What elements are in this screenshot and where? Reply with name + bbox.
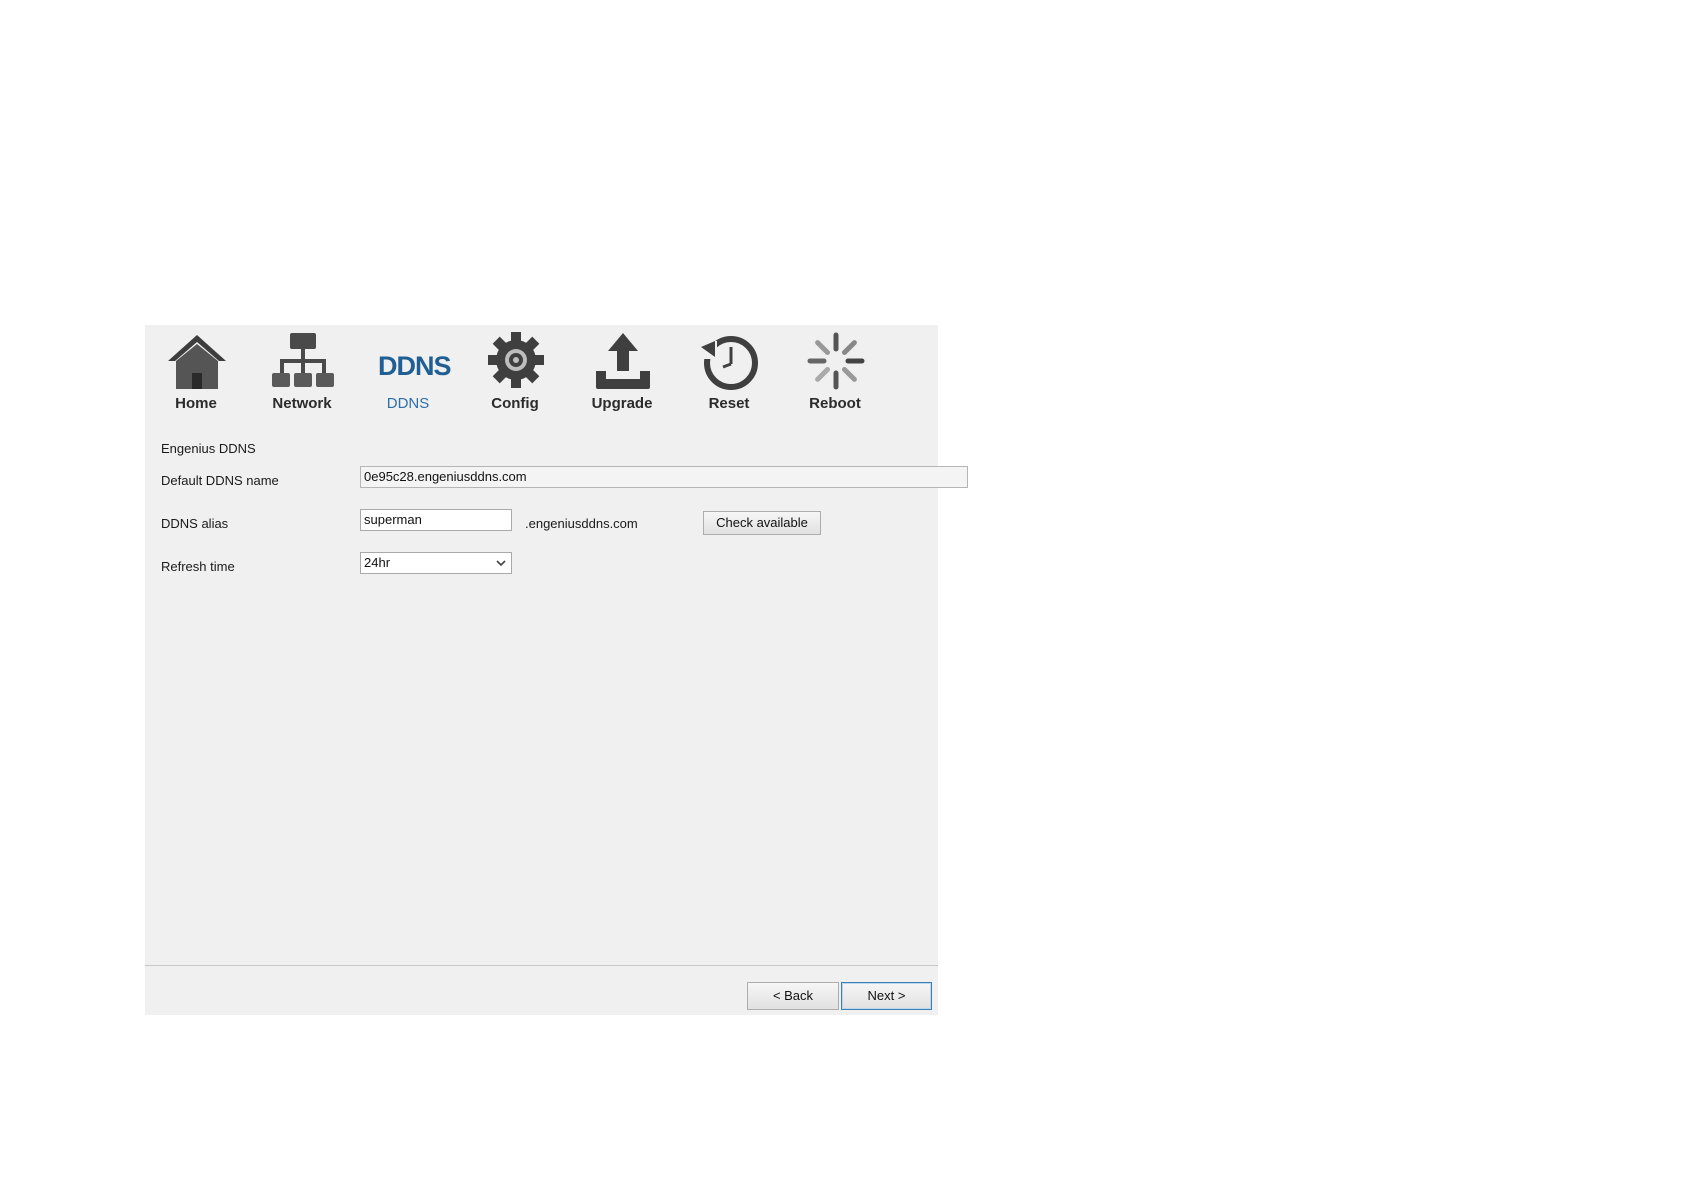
ddns-alias-suffix: .engeniusddns.com [525, 516, 638, 531]
default-ddns-name-label: Default DDNS name [161, 473, 279, 488]
reset-icon [699, 331, 761, 393]
toolbar-label-reboot: Reboot [809, 395, 861, 412]
toolbar-item-config[interactable]: Config [467, 331, 563, 431]
refresh-time-label: Refresh time [161, 559, 235, 574]
toolbar-item-network[interactable]: Network [254, 331, 350, 431]
setup-wizard-panel: Home Network DDNS DDNS Config Upgrade Re… [145, 325, 968, 1015]
toolbar-item-upgrade[interactable]: Upgrade [574, 331, 670, 431]
back-button[interactable]: < Back [747, 982, 839, 1010]
toolbar-item-home[interactable]: Home [148, 331, 244, 431]
footer-divider [145, 965, 938, 966]
upload-icon [592, 331, 654, 393]
ddns-alias-label: DDNS alias [161, 516, 229, 531]
ddns-alias-input[interactable]: superman [360, 509, 512, 531]
toolbar-label-ddns: DDNS [386, 395, 430, 412]
toolbar-label-upgrade: Upgrade [591, 395, 653, 412]
toolbar-label-reset: Reset [708, 395, 750, 412]
check-available-button[interactable]: Check available [703, 511, 821, 535]
refresh-time-select[interactable]: 24hr [360, 552, 512, 574]
network-icon [272, 331, 334, 393]
toolbar-label-home: Home [175, 395, 217, 412]
toolbar-item-reset[interactable]: Reset [681, 331, 777, 431]
toolbar-label-config: Config [491, 395, 539, 412]
ddns-logo-text: DDNS [378, 351, 452, 381]
default-ddns-name-field: 0e95c28.engeniusddns.com [360, 466, 968, 488]
ddns-icon: DDNS [378, 331, 452, 393]
chevron-down-icon [495, 556, 507, 570]
toolbar-item-ddns[interactable]: DDNS DDNS [360, 331, 456, 431]
spinner-icon [805, 331, 867, 393]
refresh-time-value: 24hr [364, 555, 391, 570]
home-icon [166, 331, 228, 393]
toolbar: Home Network DDNS DDNS Config Upgrade Re… [145, 325, 938, 437]
gear-icon [485, 331, 547, 393]
toolbar-item-reboot[interactable]: Reboot [787, 331, 883, 431]
section-title: Engenius DDNS [161, 441, 256, 456]
next-button[interactable]: Next > [841, 982, 932, 1010]
toolbar-label-network: Network [272, 395, 332, 412]
